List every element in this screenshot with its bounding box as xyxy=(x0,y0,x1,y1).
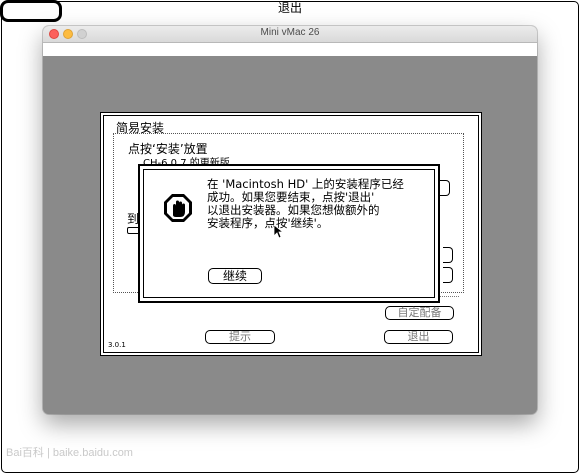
quit-default-button-label: 退出 xyxy=(1,1,579,473)
mouse-pointer-icon xyxy=(274,225,284,239)
quit-default-button[interactable]: 退出 xyxy=(0,0,579,473)
baidu-watermark: Bai百科 | baike.baidu.com xyxy=(6,447,133,459)
